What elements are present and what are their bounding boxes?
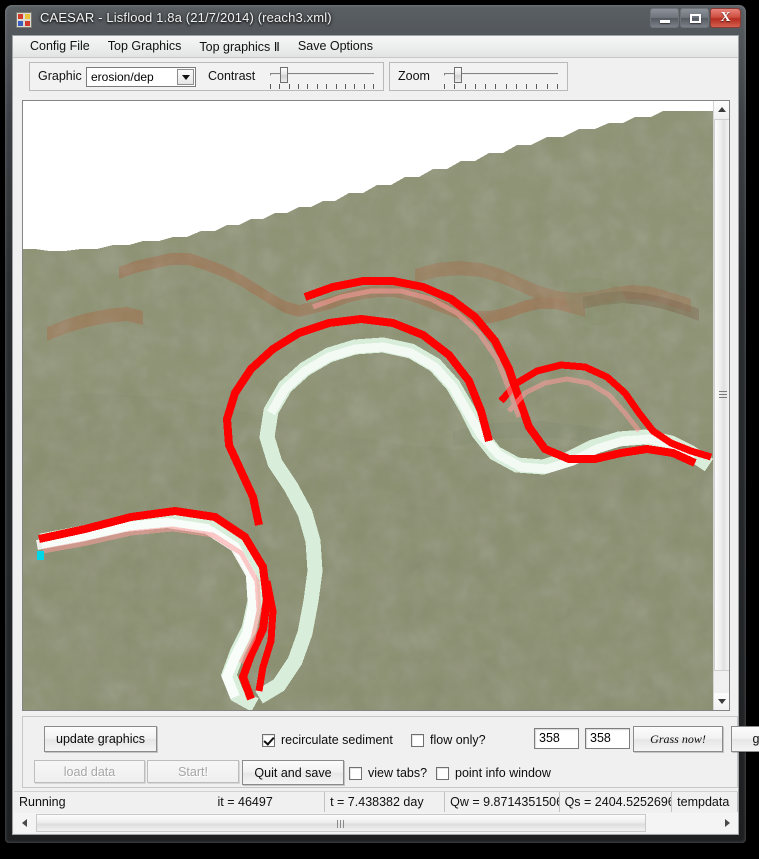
- grass-now-button[interactable]: Grass now!: [633, 726, 723, 752]
- point-info-window-label: point info window: [455, 766, 551, 780]
- contrast-slider-thumb[interactable]: [280, 67, 288, 83]
- view-tabs-checkbox[interactable]: view tabs?: [349, 766, 427, 780]
- inlet-marker: [37, 551, 44, 560]
- status-time: t = 7.438382 day: [325, 792, 446, 812]
- zoom-slider-thumb[interactable]: [454, 67, 462, 83]
- close-button[interactable]: X: [710, 8, 741, 28]
- checkbox-icon: [411, 733, 424, 747]
- recirculate-sediment-label: recirculate sediment: [281, 733, 393, 747]
- toolbar: Graphic erosion/dep Contrast Zoom: [13, 58, 738, 96]
- title-bar[interactable]: CAESAR - Lisflood 1.8a (21/7/2014) (reac…: [5, 5, 746, 35]
- minimize-icon: [660, 20, 670, 23]
- zoom-slider[interactable]: [442, 66, 560, 90]
- window-title: CAESAR - Lisflood 1.8a (21/7/2014) (reac…: [40, 10, 332, 25]
- maximize-icon: [690, 14, 701, 23]
- menu-item-config-file[interactable]: Config File: [21, 37, 99, 56]
- contrast-label: Contrast: [208, 69, 256, 83]
- menu-item-top-graphics-ii[interactable]: Top graphics Ⅱ: [190, 37, 289, 57]
- close-icon: X: [720, 10, 731, 25]
- x-coordinate-input[interactable]: 358: [534, 728, 579, 749]
- graphic-select-value: erosion/dep: [91, 70, 154, 84]
- contrast-slider-ticks: [270, 84, 374, 89]
- scroll-down-icon[interactable]: [714, 693, 729, 710]
- status-bar: Running it = 46497 t = 7.438382 day Qw =…: [14, 791, 738, 812]
- checkbox-icon: [262, 733, 275, 747]
- checkbox-icon: [349, 766, 362, 780]
- client-area: Config File Top Graphics Top graphics Ⅱ …: [12, 35, 759, 835]
- update-graphics-button[interactable]: update graphics: [44, 726, 157, 752]
- y-coordinate-input[interactable]: 358: [585, 728, 630, 749]
- graphic-contrast-group: Graphic erosion/dep Contrast: [29, 62, 384, 91]
- start-button[interactable]: Start!: [147, 760, 239, 783]
- map-canvas[interactable]: [23, 101, 714, 710]
- status-tempdata: tempdata: [672, 792, 738, 812]
- checkbox-icon: [436, 766, 449, 780]
- graphic-label: Graphic: [38, 69, 82, 83]
- flow-only-checkbox[interactable]: flow only?: [411, 733, 486, 747]
- horizontal-scrollbar-thumb[interactable]: [36, 814, 646, 832]
- scroll-up-icon[interactable]: [714, 101, 729, 118]
- app-icon: [16, 12, 32, 28]
- recirculate-sediment-checkbox[interactable]: recirculate sediment: [262, 733, 393, 747]
- scroll-right-icon[interactable]: [719, 814, 736, 832]
- zoom-slider-ticks: [444, 84, 558, 89]
- maximize-button[interactable]: [680, 8, 709, 28]
- menu-bar: Config File Top Graphics Top graphics Ⅱ …: [13, 36, 738, 58]
- status-sediment-discharge: Qs = 2404.52526968: [560, 792, 673, 812]
- vertical-scrollbar-thumb[interactable]: [714, 119, 729, 671]
- extra-button[interactable]: g: [731, 726, 759, 752]
- application-window: CAESAR - Lisflood 1.8a (21/7/2014) (reac…: [5, 5, 759, 843]
- erosion-deposition-map: [23, 101, 714, 710]
- status-iteration: it = 46497: [213, 792, 326, 812]
- point-info-window-checkbox[interactable]: point info window: [436, 766, 551, 780]
- zoom-group: Zoom: [389, 62, 568, 91]
- contrast-slider[interactable]: [268, 66, 376, 90]
- quit-and-save-button[interactable]: Quit and save: [242, 760, 344, 785]
- load-data-button[interactable]: load data: [34, 760, 145, 783]
- flow-only-label: flow only?: [430, 733, 486, 747]
- status-run-state: Running: [19, 795, 66, 809]
- view-tabs-label: view tabs?: [368, 766, 428, 780]
- chevron-down-icon[interactable]: [177, 69, 194, 85]
- map-vertical-scrollbar[interactable]: [713, 101, 729, 710]
- zoom-label: Zoom: [398, 69, 430, 83]
- menu-item-save-options[interactable]: Save Options: [289, 37, 382, 56]
- horizontal-scrollbar[interactable]: [14, 813, 738, 833]
- menu-item-top-graphics[interactable]: Top Graphics: [99, 37, 191, 56]
- map-viewport[interactable]: [22, 100, 730, 711]
- scroll-left-icon[interactable]: [16, 814, 33, 832]
- minimize-button[interactable]: [650, 8, 679, 28]
- graphic-select[interactable]: erosion/dep: [86, 67, 196, 87]
- status-water-discharge: Qw = 9.8714351506415: [445, 792, 560, 812]
- control-panel: update graphics load data Start! Quit an…: [22, 716, 759, 788]
